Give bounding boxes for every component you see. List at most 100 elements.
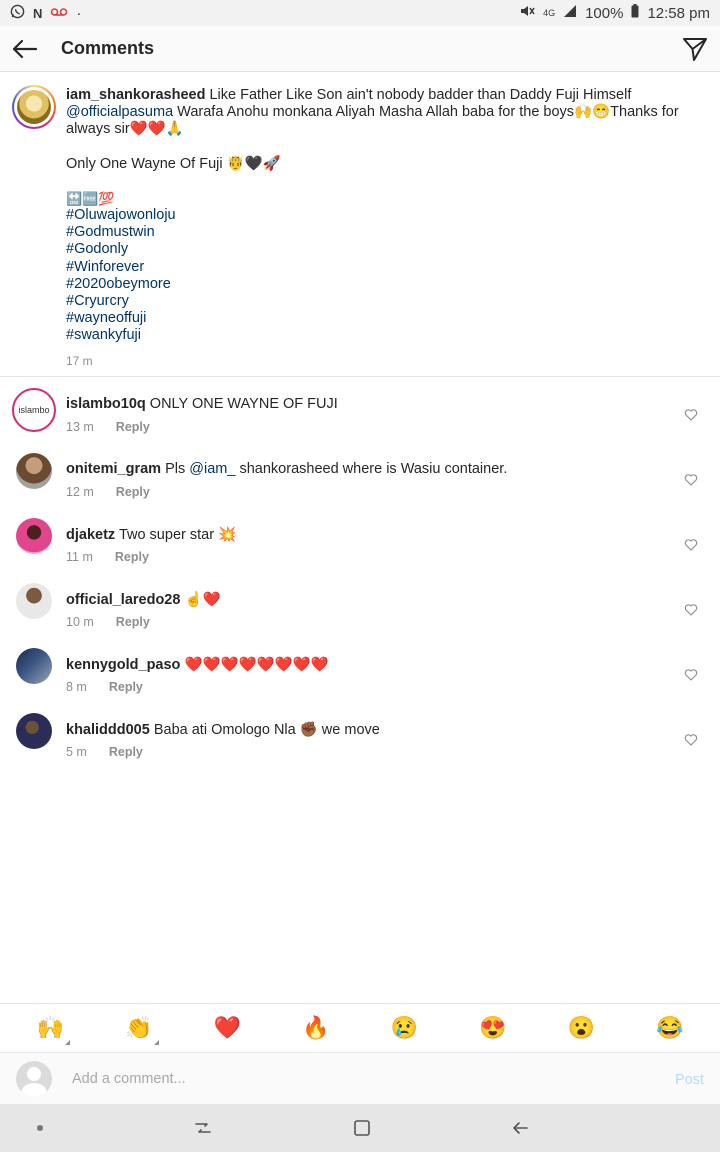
crying-emoji-button[interactable]: 😢 xyxy=(384,1015,424,1041)
battery-percent: 100% xyxy=(585,4,624,22)
heart-icon[interactable] xyxy=(684,733,698,747)
status-left-icons: N · xyxy=(10,4,81,23)
heart-emoji-button[interactable]: ❤️ xyxy=(207,1015,247,1041)
avatar[interactable] xyxy=(16,713,52,749)
avatar[interactable]: islambo xyxy=(12,388,56,432)
reply-button[interactable]: Reply xyxy=(109,680,143,694)
clapping-emoji-button[interactable]: 👏 xyxy=(119,1015,159,1045)
status-bar: N · 4G 100% 12:58 pm xyxy=(0,0,720,26)
reply-button[interactable]: Reply xyxy=(116,485,150,499)
avatar[interactable] xyxy=(16,518,52,554)
caption-paragraph: iam_shankorasheed Like Father Like Son a… xyxy=(66,87,706,139)
hashtag-link[interactable]: #Cryurcry xyxy=(66,293,706,310)
caption-username[interactable]: iam_shankorasheed xyxy=(66,87,205,103)
fire-emoji-button[interactable]: 🔥 xyxy=(296,1015,336,1041)
comment-meta: 13 m Reply xyxy=(66,420,150,434)
reply-button[interactable]: Reply xyxy=(116,615,150,629)
comment-username[interactable]: djaketz xyxy=(66,527,115,543)
reply-button[interactable]: Reply xyxy=(115,550,149,564)
avatar[interactable] xyxy=(16,453,52,489)
mute-icon xyxy=(519,4,535,22)
comment-row: kennygold_paso ❤️❤️❤️❤️❤️❤️❤️❤️ 8 m Reply xyxy=(0,642,720,704)
reply-button[interactable]: Reply xyxy=(109,745,143,759)
avatar[interactable] xyxy=(16,648,52,684)
heart-icon[interactable] xyxy=(684,408,698,422)
comment-row: official_laredo28 ☝️❤️ 10 m Reply xyxy=(0,577,720,639)
comment-meta: 5 m Reply xyxy=(66,745,143,759)
n-icon: N xyxy=(33,5,43,21)
heart-icon[interactable] xyxy=(684,473,698,487)
system-nav-bar xyxy=(0,1104,720,1152)
avatar-image xyxy=(17,90,51,124)
comment-body: Two super star 💥 xyxy=(115,527,237,543)
clock: 12:58 pm xyxy=(647,4,710,22)
caption-mention[interactable]: @officialpasuma xyxy=(66,104,173,120)
comment-text: khaliddd005 Baba ati Omologo Nla ✊🏾 we m… xyxy=(66,721,666,738)
laughing-emoji-button[interactable]: 😂 xyxy=(650,1015,690,1041)
comment-text: official_laredo28 ☝️❤️ xyxy=(66,591,666,608)
page-title: Comments xyxy=(61,38,155,58)
comment-text: islambo10q ONLY ONE WAYNE OF FUJI xyxy=(66,396,666,412)
assistant-dot-icon[interactable] xyxy=(37,1125,43,1131)
caption-emoji-line: 🔛🆓💯 xyxy=(66,190,115,206)
avatar[interactable] xyxy=(12,85,56,129)
caption-timestamp: 17 m xyxy=(66,353,93,368)
comment-username[interactable]: kennygold_paso xyxy=(66,657,180,673)
comment-body: shankorasheed where is Wasiu container. xyxy=(235,461,508,477)
comment-body: Baba ati Omologo Nla ✊🏾 we move xyxy=(149,722,380,738)
voicemail-icon xyxy=(50,5,68,22)
comment-body: ☝️❤️ xyxy=(180,592,221,608)
comment-time: 8 m xyxy=(66,680,87,694)
hashtag-link[interactable]: #Godmustwin xyxy=(66,224,706,241)
whatsapp-icon xyxy=(10,4,25,23)
comment-username[interactable]: khaliddd005 xyxy=(66,722,150,738)
comment-time: 13 m xyxy=(66,420,94,434)
quick-emoji-bar: 🙌 👏 ❤️ 🔥 😢 😍 😮 😂 xyxy=(0,1003,720,1052)
raised-hands-emoji-button[interactable]: 🙌 xyxy=(30,1015,71,1045)
heart-icon[interactable] xyxy=(684,668,698,682)
comment-time: 11 m xyxy=(66,550,93,564)
back-button[interactable] xyxy=(10,36,38,62)
comment-time: 12 m xyxy=(66,485,94,499)
comment-time: 5 m xyxy=(66,745,87,759)
avatar xyxy=(16,1061,52,1097)
avatar[interactable] xyxy=(16,583,52,619)
heart-icon[interactable] xyxy=(684,538,698,552)
comment-body: ❤️❤️❤️❤️❤️❤️❤️❤️ xyxy=(180,657,329,673)
signal-icon xyxy=(563,4,577,22)
heart-eyes-emoji-button[interactable]: 😍 xyxy=(473,1015,513,1041)
comment-mention[interactable]: @iam_ xyxy=(189,461,235,477)
comment-input[interactable] xyxy=(72,1067,632,1091)
hashtag-link[interactable]: #Oluwajowonloju xyxy=(66,207,706,224)
hashtag-link[interactable]: #wayneoffuji xyxy=(66,310,706,327)
home-icon[interactable] xyxy=(353,1119,371,1137)
comment-meta: 11 m Reply xyxy=(66,550,149,564)
avatar-ring xyxy=(14,87,54,127)
surprised-emoji-button[interactable]: 😮 xyxy=(561,1015,601,1041)
comment-time: 10 m xyxy=(66,615,94,629)
post-button[interactable]: Post xyxy=(675,1072,704,1088)
comment-meta: 12 m Reply xyxy=(66,485,150,499)
hashtag-link[interactable]: #2020obeymore xyxy=(66,276,706,293)
comment-meta: 10 m Reply xyxy=(66,615,150,629)
hashtag-link[interactable]: #Winforever xyxy=(66,259,706,276)
avatar-label: islambo xyxy=(18,405,50,415)
recents-icon[interactable] xyxy=(194,1119,212,1137)
comment-row: khaliddd005 Baba ati Omologo Nla ✊🏾 we m… xyxy=(0,707,720,769)
notification-dot-icon: · xyxy=(76,4,82,22)
comment-row: onitemi_gram Pls @iam_ shankorasheed whe… xyxy=(0,447,720,509)
back-nav-icon[interactable] xyxy=(511,1119,529,1137)
comment-username[interactable]: islambo10q xyxy=(66,396,146,412)
post-caption: iam_shankorasheed Like Father Like Son a… xyxy=(0,73,720,377)
comment-username[interactable]: official_laredo28 xyxy=(66,592,180,608)
comment-text: kennygold_paso ❤️❤️❤️❤️❤️❤️❤️❤️ xyxy=(66,656,666,673)
hashtag-link[interactable]: #Godonly xyxy=(66,241,706,258)
share-button[interactable] xyxy=(682,36,708,62)
heart-icon[interactable] xyxy=(684,603,698,617)
app-header: Comments xyxy=(0,26,720,72)
hashtag-link[interactable]: #swankyfuji xyxy=(66,327,706,344)
comment-username[interactable]: onitemi_gram xyxy=(66,461,161,477)
reply-button[interactable]: Reply xyxy=(116,420,150,434)
